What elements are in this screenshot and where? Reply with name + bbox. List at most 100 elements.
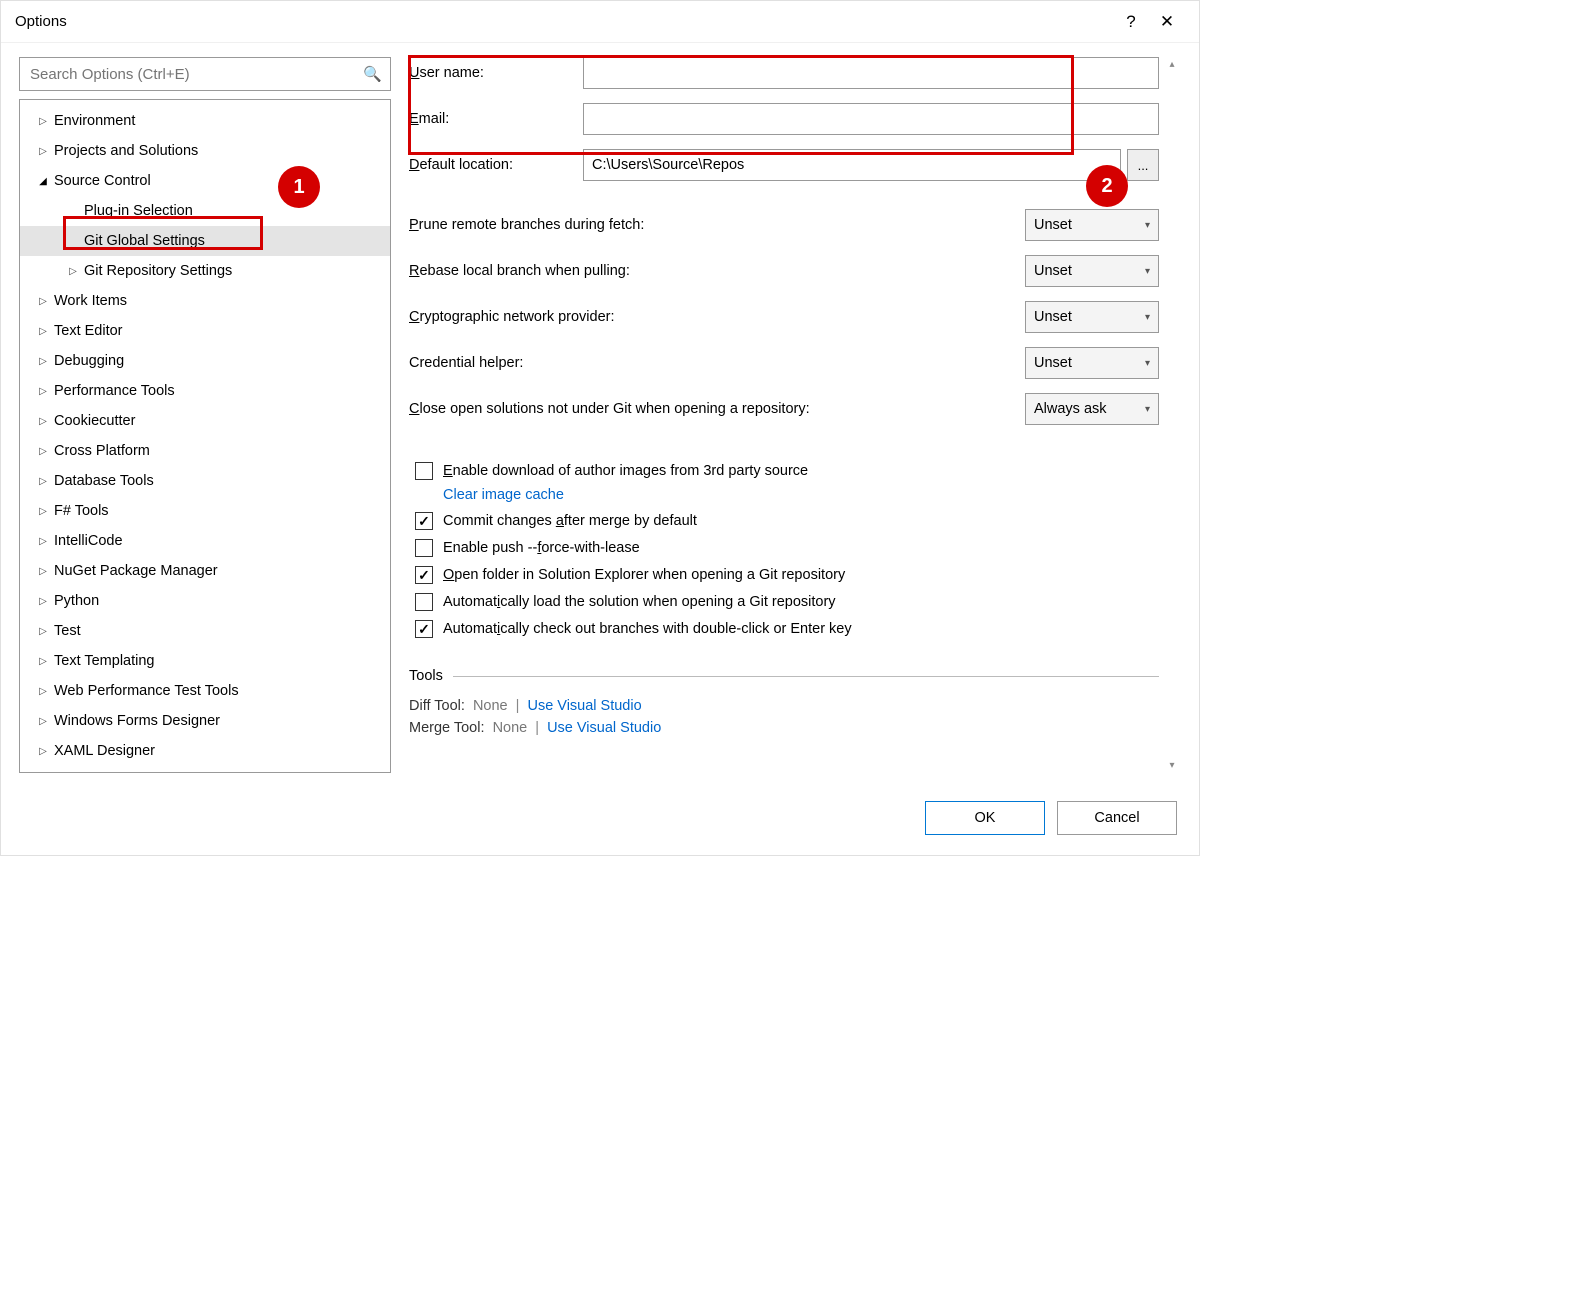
- tree-item-label: Text Templating: [52, 653, 154, 669]
- options-tree[interactable]: ▷Environment▷Projects and Solutions◢Sour…: [19, 99, 391, 773]
- chevron-right-icon[interactable]: ▷: [34, 536, 52, 547]
- tree-item[interactable]: ▷Performance Tools: [20, 376, 390, 406]
- credential-helper-dropdown[interactable]: Unset▾: [1025, 347, 1159, 379]
- default-location-label: Default location:: [409, 157, 583, 173]
- clear-image-cache-link[interactable]: Clear image cache: [443, 487, 564, 503]
- window-title: Options: [15, 13, 1113, 30]
- tree-item[interactable]: ▷Projects and Solutions: [20, 136, 390, 166]
- tree-item[interactable]: ▷Environment: [20, 106, 390, 136]
- tree-item[interactable]: ▷Cross Platform: [20, 436, 390, 466]
- chevron-right-icon[interactable]: ▷: [34, 116, 52, 127]
- enable-download-checkbox[interactable]: [415, 462, 433, 480]
- tree-item[interactable]: ▷Test: [20, 616, 390, 646]
- divider: [453, 676, 1159, 677]
- auto-checkout-label: Automatically check out branches with do…: [443, 621, 852, 637]
- tree-item[interactable]: ▷Windows Forms Designer: [20, 706, 390, 736]
- tree-item[interactable]: ▷Work Items: [20, 286, 390, 316]
- scrollbar[interactable]: ▴ ▾: [1163, 57, 1181, 773]
- chevron-right-icon[interactable]: ▷: [34, 416, 52, 427]
- chevron-right-icon[interactable]: ▷: [34, 506, 52, 517]
- tree-item-label: NuGet Package Manager: [52, 563, 218, 579]
- chevron-right-icon[interactable]: ▷: [34, 446, 52, 457]
- tree-item[interactable]: ▷F# Tools: [20, 496, 390, 526]
- prune-dropdown[interactable]: Unset▾: [1025, 209, 1159, 241]
- scroll-down-icon[interactable]: ▾: [1169, 760, 1174, 771]
- chevron-right-icon[interactable]: ▷: [34, 386, 52, 397]
- tools-header: Tools: [409, 668, 443, 684]
- diff-tool-row: Diff Tool: None | Use Visual Studio: [409, 698, 1159, 714]
- auto-checkout-checkbox[interactable]: [415, 620, 433, 638]
- tree-item-label: Database Tools: [52, 473, 154, 489]
- cancel-button[interactable]: Cancel: [1057, 801, 1177, 835]
- tree-item-label: Test: [52, 623, 81, 639]
- chevron-right-icon[interactable]: ▷: [34, 626, 52, 637]
- email-input[interactable]: [583, 103, 1159, 135]
- close-solutions-label: Close open solutions not under Git when …: [409, 401, 1009, 417]
- search-input[interactable]: [28, 65, 363, 84]
- chevron-right-icon[interactable]: ▷: [34, 296, 52, 307]
- tree-item[interactable]: ▷XAML Designer: [20, 736, 390, 766]
- scroll-up-icon[interactable]: ▴: [1169, 59, 1174, 70]
- tree-item[interactable]: ▷IntelliCode: [20, 526, 390, 556]
- chevron-right-icon[interactable]: ▷: [34, 686, 52, 697]
- tree-item[interactable]: ▷Git Global Settings: [20, 226, 390, 256]
- tree-item[interactable]: ▷NuGet Package Manager: [20, 556, 390, 586]
- email-label: Email:: [409, 111, 583, 127]
- push-force-label: Enable push --force-with-lease: [443, 540, 640, 556]
- open-folder-checkbox[interactable]: [415, 566, 433, 584]
- push-force-checkbox[interactable]: [415, 539, 433, 557]
- chevron-right-icon[interactable]: ▷: [34, 356, 52, 367]
- tree-item[interactable]: ▷Web Performance Test Tools: [20, 676, 390, 706]
- close-icon[interactable]: ✕: [1149, 12, 1185, 32]
- chevron-right-icon[interactable]: ▷: [34, 656, 52, 667]
- open-folder-label: Open folder in Solution Explorer when op…: [443, 567, 845, 583]
- tree-item[interactable]: ▷Text Templating: [20, 646, 390, 676]
- tree-item[interactable]: ▷Git Repository Settings: [20, 256, 390, 286]
- diff-use-vs-link[interactable]: Use Visual Studio: [527, 698, 641, 714]
- tree-item-label: Plug-in Selection: [82, 203, 193, 219]
- settings-panel: User name: Email: Default location: ... …: [409, 57, 1181, 773]
- chevron-right-icon[interactable]: ▷: [64, 266, 82, 277]
- tree-item-label: Windows Forms Designer: [52, 713, 220, 729]
- tree-item[interactable]: ▷Plug-in Selection: [20, 196, 390, 226]
- username-input[interactable]: [583, 57, 1159, 89]
- auto-load-checkbox[interactable]: [415, 593, 433, 611]
- search-box[interactable]: 🔍: [19, 57, 391, 91]
- ok-button[interactable]: OK: [925, 801, 1045, 835]
- default-location-input[interactable]: [583, 149, 1121, 181]
- chevron-right-icon[interactable]: ▷: [34, 746, 52, 757]
- merge-tool-row: Merge Tool: None | Use Visual Studio: [409, 720, 1159, 736]
- commit-after-merge-label: Commit changes after merge by default: [443, 513, 697, 529]
- chevron-down-icon[interactable]: ◢: [34, 176, 52, 187]
- tree-item[interactable]: ▷Debugging: [20, 346, 390, 376]
- rebase-dropdown[interactable]: Unset▾: [1025, 255, 1159, 287]
- tree-item-label: Cross Platform: [52, 443, 150, 459]
- chevron-down-icon: ▾: [1145, 358, 1150, 369]
- tree-item-label: Web Performance Test Tools: [52, 683, 239, 699]
- help-icon[interactable]: ?: [1113, 12, 1149, 32]
- chevron-right-icon[interactable]: ▷: [34, 716, 52, 727]
- auto-load-label: Automatically load the solution when ope…: [443, 594, 836, 610]
- close-solutions-dropdown[interactable]: Always ask▾: [1025, 393, 1159, 425]
- rebase-label: Rebase local branch when pulling:: [409, 263, 1009, 279]
- chevron-right-icon[interactable]: ▷: [34, 476, 52, 487]
- tree-item-label: Git Repository Settings: [82, 263, 232, 279]
- merge-use-vs-link[interactable]: Use Visual Studio: [547, 720, 661, 736]
- chevron-down-icon: ▾: [1145, 404, 1150, 415]
- chevron-right-icon[interactable]: ▷: [34, 566, 52, 577]
- chevron-right-icon[interactable]: ▷: [34, 596, 52, 607]
- chevron-right-icon[interactable]: ▷: [34, 146, 52, 157]
- commit-after-merge-checkbox[interactable]: [415, 512, 433, 530]
- tree-item[interactable]: ▷Python: [20, 586, 390, 616]
- tree-item[interactable]: ◢Source Control: [20, 166, 390, 196]
- tree-item[interactable]: ▷Cookiecutter: [20, 406, 390, 436]
- crypto-dropdown[interactable]: Unset▾: [1025, 301, 1159, 333]
- chevron-right-icon[interactable]: ▷: [34, 326, 52, 337]
- titlebar: Options ? ✕: [1, 1, 1199, 43]
- chevron-down-icon: ▾: [1145, 266, 1150, 277]
- tree-item[interactable]: ▷Text Editor: [20, 316, 390, 346]
- chevron-down-icon: ▾: [1145, 312, 1150, 323]
- browse-button[interactable]: ...: [1127, 149, 1159, 181]
- tree-item-label: Git Global Settings: [82, 233, 205, 249]
- tree-item[interactable]: ▷Database Tools: [20, 466, 390, 496]
